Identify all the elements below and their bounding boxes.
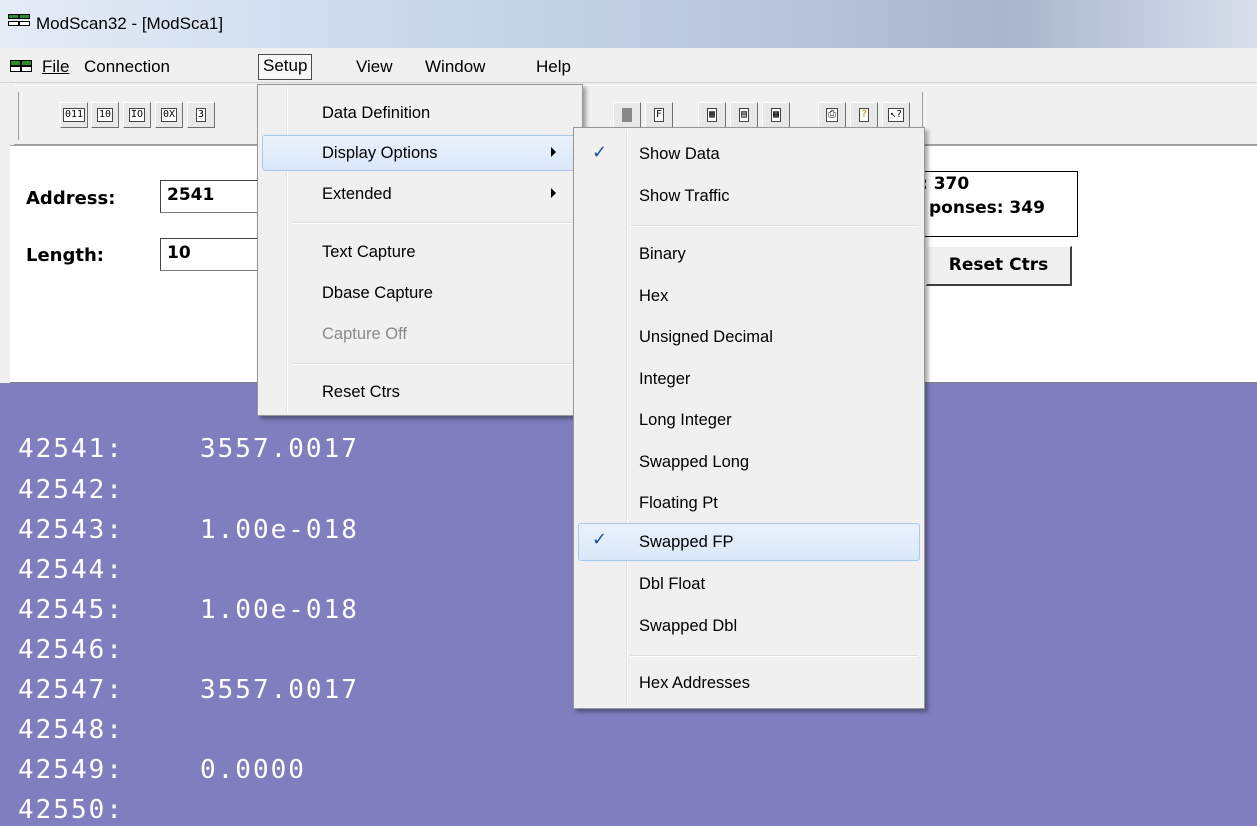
checkmark-icon: ✓	[592, 142, 608, 163]
help-icon[interactable]: ?	[850, 102, 878, 128]
data-row: 42547: 3557.0017	[18, 675, 359, 705]
data-row: 42541: 3557.0017	[18, 434, 359, 464]
menu-separator	[292, 222, 576, 224]
traffic-icon[interactable]: ▩	[762, 102, 790, 128]
responses-count: ponses: 349	[929, 198, 1045, 218]
tile-icon[interactable]: ▦	[698, 102, 726, 128]
menu-item-hex-addresses[interactable]: Hex Addresses	[639, 674, 750, 693]
menu-item-show-data[interactable]: Show Data	[639, 145, 720, 164]
data-row: 42543: 1.00e-018	[18, 515, 359, 545]
menu-item-display-options[interactable]: Display Options	[262, 135, 578, 171]
menu-item-long-integer[interactable]: Long Integer	[639, 411, 732, 430]
data-row: 42550:	[18, 795, 124, 825]
data-row: 42549: 0.0000	[18, 755, 306, 785]
menu-separator	[292, 363, 576, 365]
menu-item-swapped-fp[interactable]: Swapped FP	[578, 523, 920, 561]
disconnect-icon[interactable]	[613, 102, 641, 128]
length-label: Length:	[26, 245, 104, 266]
menu-item-unsigned-decimal[interactable]: Unsigned Decimal	[639, 328, 773, 347]
menu-item-hex[interactable]: Hex	[639, 287, 668, 306]
menu-item-extended[interactable]: Extended	[322, 185, 392, 204]
menu-item-swapped-dbl[interactable]: Swapped Dbl	[639, 617, 737, 636]
length-input[interactable]: 10	[160, 238, 266, 271]
context-help-icon[interactable]: ↖?	[882, 102, 910, 128]
app-icon	[8, 14, 30, 26]
function-icon[interactable]: F	[645, 102, 673, 128]
display-options-menu: ✓ Show Data Show Traffic Binary Hex Unsi…	[573, 127, 925, 709]
holding-register-icon[interactable]: IO	[123, 102, 151, 128]
menu-separator	[630, 655, 918, 657]
menu-item-show-traffic[interactable]: Show Traffic	[639, 187, 729, 206]
reset-counters-button[interactable]: Reset Ctrs	[926, 246, 1072, 286]
data-row: 42546:	[18, 635, 124, 665]
address-label: Address:	[26, 188, 116, 209]
menu-item-floating-pt[interactable]: Floating Pt	[639, 494, 718, 513]
data-row: 42548:	[18, 715, 124, 745]
menu-separator	[630, 225, 918, 227]
menu-item-dbl-float[interactable]: Dbl Float	[639, 575, 705, 594]
menu-item-data-definition[interactable]: Data Definition	[322, 104, 430, 123]
menu-item-reset-ctrs[interactable]: Reset Ctrs	[322, 383, 400, 402]
menu-connection[interactable]: Connection	[84, 56, 170, 80]
checkmark-icon: ✓	[592, 529, 608, 550]
submenu-arrow-icon	[551, 147, 556, 157]
document-icon[interactable]	[10, 60, 32, 72]
hex-icon[interactable]: 0X	[155, 102, 183, 128]
address-input[interactable]: 2541	[160, 180, 266, 213]
window-title: ModScan32 - [ModSca1]	[36, 14, 224, 33]
menu-gutter	[626, 130, 628, 706]
menu-item-text-capture[interactable]: Text Capture	[322, 243, 416, 262]
setup-menu: Data Definition Display Options Extended…	[257, 84, 583, 416]
menu-view[interactable]: View	[356, 56, 393, 80]
menu-window[interactable]: Window	[425, 56, 485, 80]
menu-bar	[0, 50, 1257, 83]
menu-help[interactable]: Help	[536, 56, 571, 80]
input-register-icon[interactable]: 3	[187, 102, 215, 128]
data-row: 42545: 1.00e-018	[18, 595, 359, 625]
menu-item-swapped-long[interactable]: Swapped Long	[639, 453, 749, 472]
data-row: 42544:	[18, 555, 124, 585]
toolbar-separator	[18, 92, 22, 140]
menu-setup[interactable]: Setup	[258, 54, 313, 80]
input-status-icon[interactable]: 10	[91, 102, 119, 128]
display-icon[interactable]: ▤	[730, 102, 758, 128]
polls-count: : 370	[921, 174, 970, 194]
menu-item-binary[interactable]: Binary	[639, 245, 686, 264]
menu-item-integer[interactable]: Integer	[639, 370, 690, 389]
coil-status-icon[interactable]: 011	[60, 102, 88, 128]
menu-item-dbase-capture[interactable]: Dbase Capture	[322, 284, 433, 303]
data-row: 42542:	[18, 475, 124, 505]
menu-item-capture-off: Capture Off	[322, 325, 407, 343]
title-bar: ModScan32 - [ModSca1]	[0, 0, 1257, 48]
menu-file[interactable]: File	[42, 56, 69, 80]
submenu-arrow-icon	[551, 188, 556, 198]
print-icon[interactable]: ⎙	[818, 102, 846, 128]
